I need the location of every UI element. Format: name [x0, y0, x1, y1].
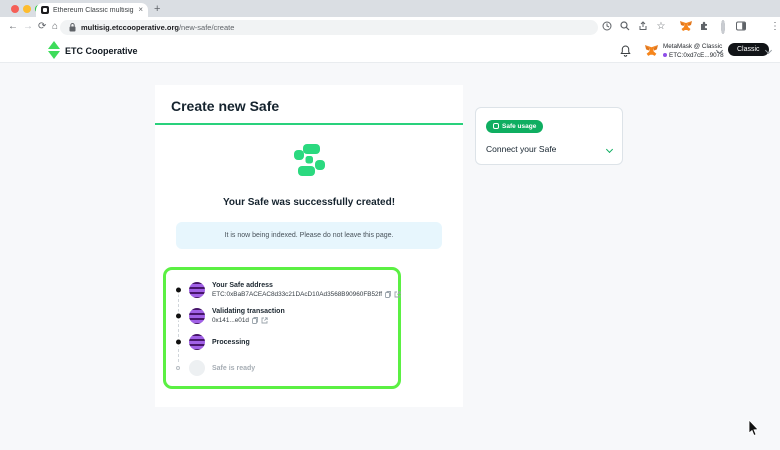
wallet-identicon: [663, 53, 667, 57]
browser-menu-icon[interactable]: ⋮: [769, 21, 780, 33]
app-header: ETC Cooperative MetaMask @ Classic ETC:0…: [0, 38, 780, 63]
step-value-row: ETC:0xBaB7ACEAC8d33c21DAcD10Ad3568B90960…: [212, 291, 401, 298]
step-safe-ready: Safe is ready: [174, 355, 390, 381]
new-tab-button[interactable]: +: [154, 3, 160, 15]
tab-title: Ethereum Classic multisig – C…: [53, 7, 134, 14]
wallet-address: ETC:0xd7cE...9078: [669, 52, 724, 59]
url-text: multisig.etccooperative.org/new-safe/cre…: [81, 23, 234, 32]
metamask-wallet-icon: [645, 44, 658, 62]
step-dot-icon: [176, 314, 181, 319]
external-link-icon[interactable]: [261, 317, 268, 324]
safe-usage-badge: Safe usage: [486, 120, 543, 133]
search-icon[interactable]: [619, 21, 631, 33]
safe-usage-panel: Safe usage Connect your Safe: [475, 107, 623, 165]
step-dot-pending-icon: [176, 366, 180, 370]
steps-list: Your Safe address ETC:0xBaB7ACEAC8d33c21…: [174, 277, 390, 381]
safe-address-value: ETC:0xBaB7ACEAC8d33c21DAcD10Ad3568B90960…: [212, 291, 382, 298]
pending-identicon: [189, 360, 205, 376]
accordion-chevron-down-icon[interactable]: [606, 145, 613, 152]
wallet-address-row: ETC:0xd7cE...9078: [663, 52, 715, 59]
etc-cooperative-logo-icon: [48, 41, 60, 59]
card-body: Your Safe was successfully created! It i…: [155, 125, 463, 389]
connect-safe-label: Connect your Safe: [486, 144, 556, 154]
reload-icon[interactable]: ⟳: [38, 20, 46, 34]
mouse-cursor: [748, 420, 759, 437]
share-icon[interactable]: [637, 21, 649, 33]
badge-label: Safe usage: [502, 123, 536, 130]
copy-icon[interactable]: [252, 317, 258, 324]
safe-mini-logo-icon: [493, 123, 499, 129]
step-label: Your Safe address: [212, 282, 401, 289]
copy-icon[interactable]: [385, 291, 391, 298]
browser-titlebar: Ethereum Classic multisig – C… × +: [0, 0, 780, 17]
transaction-hash-value: 0x141...e01d: [212, 317, 249, 324]
address-bar[interactable]: multisig.etccooperative.org/new-safe/cre…: [60, 20, 598, 35]
url-domain: multisig.etccooperative.org: [81, 23, 179, 32]
minimize-window-button[interactable]: [23, 5, 31, 13]
step-processing: Processing: [174, 329, 390, 355]
side-panel-icon[interactable]: [735, 21, 747, 33]
network-selector-button[interactable]: Classic: [728, 43, 769, 56]
browser-toolbar: ← → ⟳ ⌂ multisig.etccooperative.org/new-…: [0, 17, 780, 38]
profile-avatar[interactable]: [752, 21, 764, 33]
creation-steps-panel: Your Safe address ETC:0xBaB7ACEAC8d33c21…: [163, 267, 401, 389]
extensions-puzzle-icon[interactable]: [699, 21, 711, 33]
history-clock-icon[interactable]: [601, 21, 613, 33]
tab-close-icon[interactable]: ×: [138, 6, 143, 14]
extension-circle-icon[interactable]: [717, 21, 729, 33]
create-safe-card: Create new Safe Your Safe was successful…: [155, 85, 463, 407]
step-value-row: 0x141...e01d: [212, 317, 285, 324]
external-link-icon[interactable]: [394, 291, 401, 298]
url-path: /new-safe/create: [179, 23, 234, 32]
brand-name: ETC Cooperative: [65, 46, 138, 56]
bookmark-star-icon[interactable]: ☆: [655, 21, 667, 33]
metamask-extension-icon[interactable]: [680, 21, 692, 33]
home-icon[interactable]: ⌂: [52, 20, 58, 34]
step-dot-icon: [176, 340, 181, 345]
connect-safe-accordion[interactable]: Connect your Safe: [486, 144, 612, 154]
processing-identicon: [189, 334, 205, 350]
close-window-button[interactable]: [11, 5, 19, 13]
padlock-icon: [69, 23, 76, 32]
step-label: Safe is ready: [212, 365, 255, 372]
indexing-info-banner: It is now being indexed. Please do not l…: [176, 222, 442, 249]
page-content: Create new Safe Your Safe was successful…: [0, 63, 780, 450]
tab-favicon-icon: [41, 6, 49, 14]
step-safe-address: Your Safe address ETC:0xBaB7ACEAC8d33c21…: [174, 277, 390, 303]
step-dot-icon: [176, 288, 181, 293]
forward-icon[interactable]: →: [23, 20, 33, 34]
wallet-name: MetaMask @ Classic: [663, 43, 715, 50]
success-message: Your Safe was successfully created!: [155, 197, 463, 208]
notifications-bell-icon[interactable]: [620, 44, 631, 62]
safe-address-identicon: [189, 282, 205, 298]
back-icon[interactable]: ←: [8, 20, 18, 34]
page-title: Create new Safe: [155, 85, 463, 123]
step-label: Processing: [212, 339, 250, 346]
step-label: Validating transaction: [212, 308, 285, 315]
step-validating-transaction: Validating transaction 0x141...e01d: [174, 303, 390, 329]
transaction-identicon: [189, 308, 205, 324]
wallet-selector[interactable]: MetaMask @ Classic ETC:0xd7cE...9078: [663, 43, 715, 59]
browser-tab[interactable]: Ethereum Classic multisig – C… ×: [36, 3, 148, 17]
safe-logo-icon: [291, 143, 327, 179]
